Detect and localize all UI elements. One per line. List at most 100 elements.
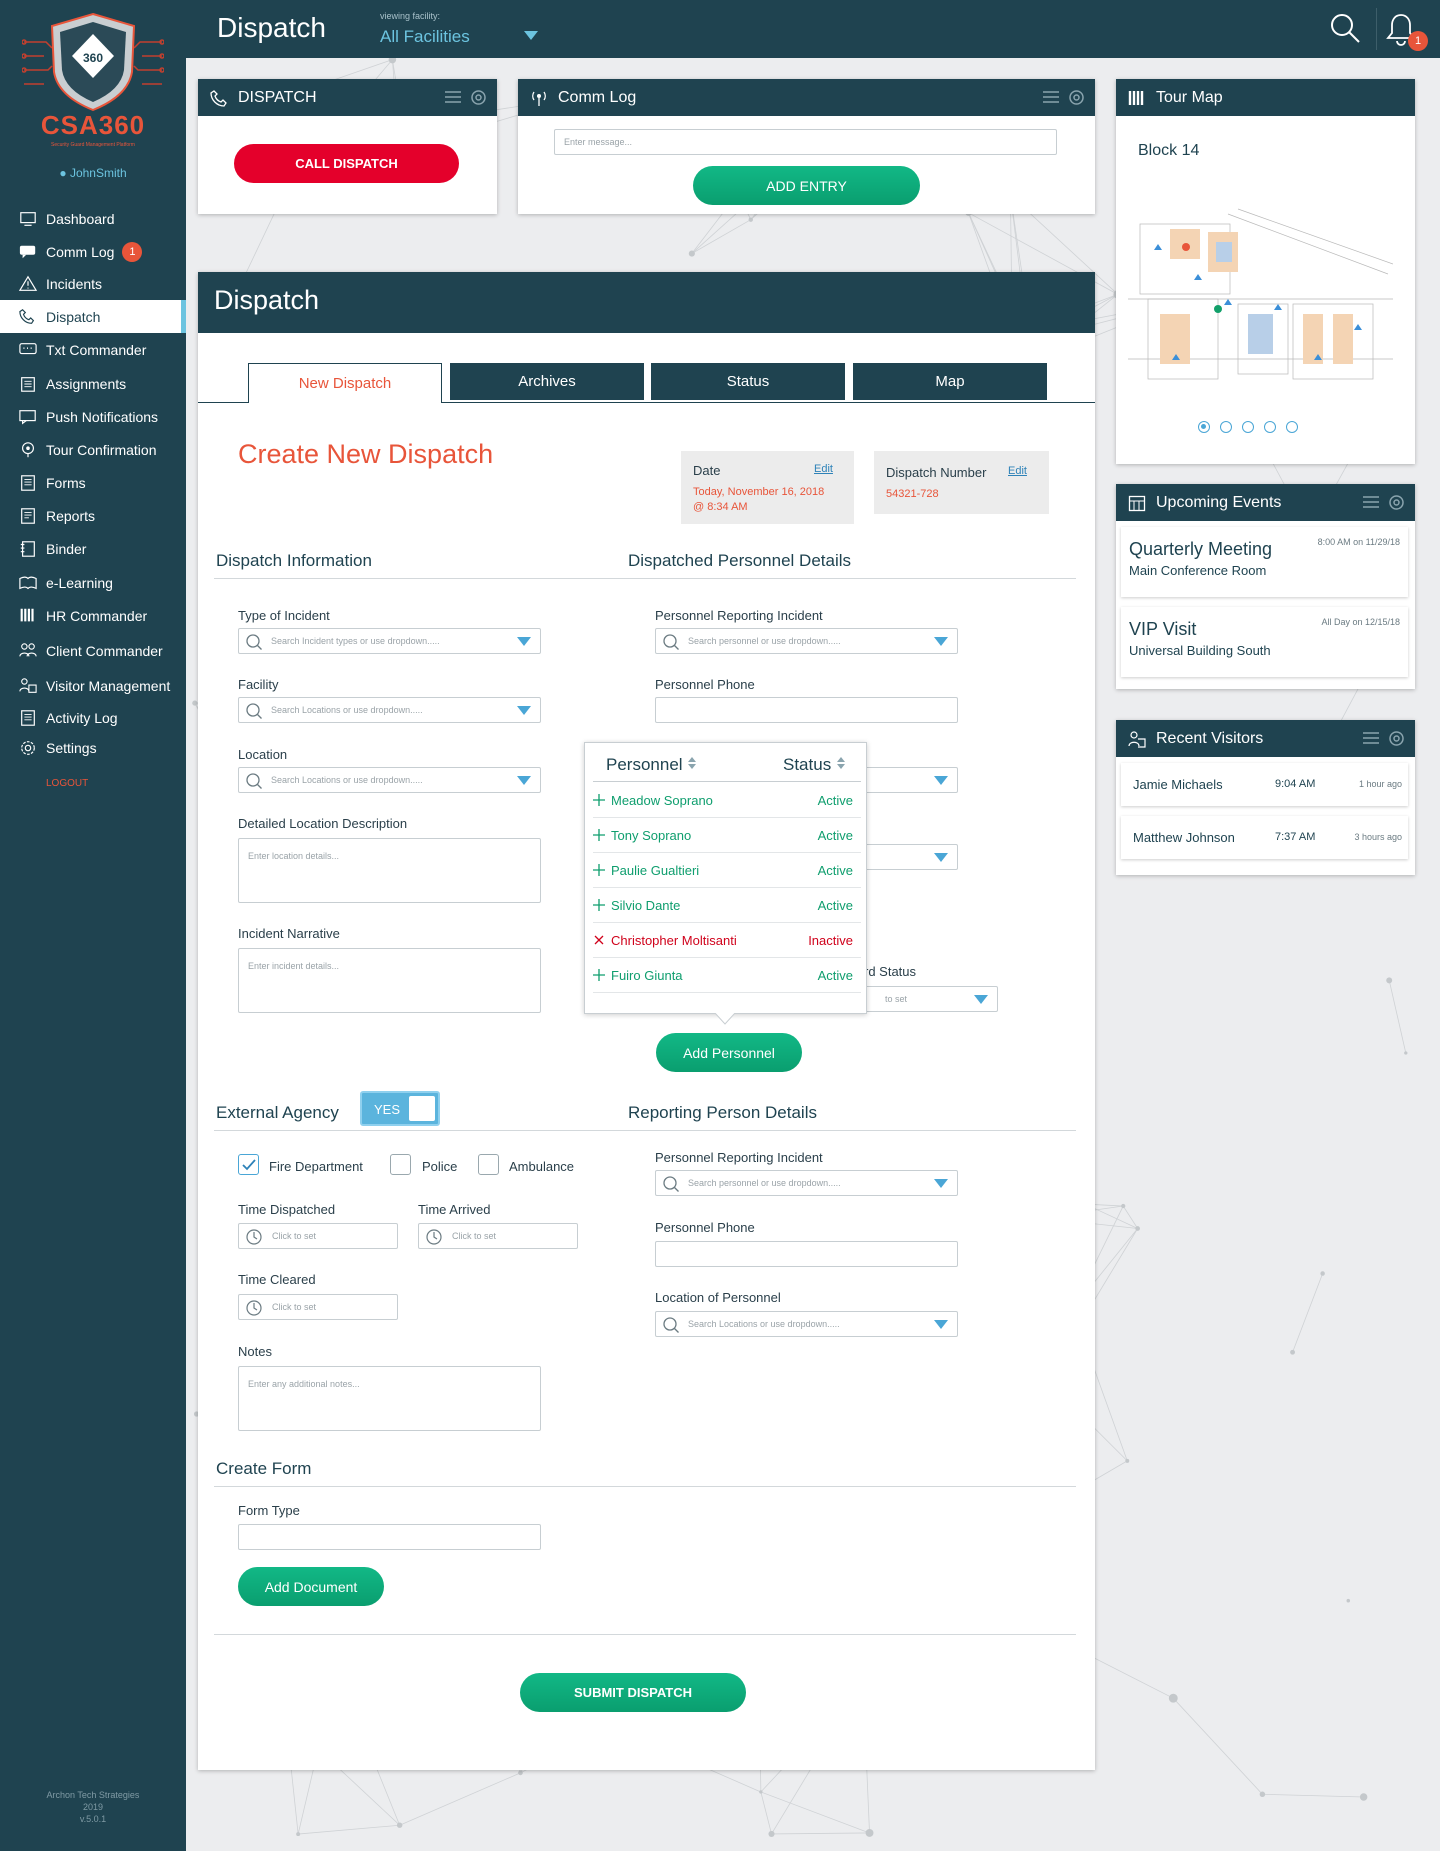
pagination-dot[interactable] (1220, 421, 1232, 433)
visitor-item[interactable]: Matthew Johnson 7:37 AM 3 hours ago (1121, 816, 1408, 859)
add-personnel-button[interactable]: Add Personnel (656, 1033, 802, 1072)
menu-icon[interactable] (1363, 732, 1379, 744)
remove-icon[interactable] (593, 934, 605, 946)
gear-icon (21, 741, 35, 755)
search-icon (663, 1176, 679, 1192)
facility-selector[interactable]: All Facilities (380, 27, 470, 47)
personnel-phone-input[interactable] (655, 697, 958, 723)
sidebar-item-binder[interactable]: Binder (0, 532, 186, 566)
upcoming-events-title: Upcoming Events (1156, 493, 1282, 511)
footer: Archon Tech Strategies 2019 v.5.0.1 (0, 1789, 186, 1825)
gear-icon[interactable] (1388, 730, 1405, 747)
pagination-dot[interactable] (1264, 421, 1276, 433)
personnel-reporting-select[interactable]: Search personnel or use dropdown..... (655, 628, 958, 654)
form-type-input[interactable] (238, 1524, 541, 1550)
sidebar-item-reports[interactable]: Reports (0, 499, 186, 532)
reporting-personnel-select[interactable]: Search personnel or use dropdown..... (655, 1170, 958, 1196)
gear-icon[interactable] (1388, 494, 1405, 511)
ambulance-checkbox[interactable] (478, 1154, 499, 1175)
pagination-dot[interactable] (1242, 421, 1254, 433)
sidebar-item-incidents[interactable]: Incidents (0, 268, 186, 300)
pagination-dot[interactable] (1286, 421, 1298, 433)
gear-icon[interactable] (1068, 89, 1085, 106)
sidebar-item-settings[interactable]: Settings (0, 733, 186, 763)
add-icon[interactable] (593, 794, 605, 806)
personnel-status: Active (817, 897, 853, 913)
event-time: 8:00 AM on 11/29/18 (1317, 537, 1400, 547)
submit-dispatch-button[interactable]: SUBMIT DISPATCH (520, 1673, 746, 1712)
personnel-row[interactable]: Meadow Soprano Active (593, 783, 861, 818)
time-cleared-input[interactable]: Click to set (238, 1294, 398, 1320)
sidebar-item-comm-log[interactable]: Comm Log 1 (0, 235, 186, 268)
police-checkbox[interactable] (390, 1154, 411, 1175)
current-user[interactable]: ● JohnSmith (0, 166, 186, 180)
popup-col-status[interactable]: Status (783, 755, 846, 775)
sidebar-item-txt-commander[interactable]: Txt Commander (0, 333, 186, 367)
add-icon[interactable] (593, 969, 605, 981)
personnel-row[interactable]: Paulie Gualtieri Active (593, 853, 861, 888)
time-dispatched-input[interactable]: Click to set (238, 1223, 398, 1249)
visitor-item[interactable]: Jamie Michaels 9:04 AM 1 hour ago (1121, 763, 1408, 806)
menu-icon[interactable] (445, 91, 461, 103)
tab-new-dispatch[interactable]: New Dispatch (248, 363, 442, 403)
personnel-row[interactable]: Christopher Moltisanti Inactive (593, 923, 861, 958)
tab-status[interactable]: Status (651, 363, 845, 400)
location-of-personnel-select[interactable]: Search Locations or use dropdown..... (655, 1311, 958, 1337)
sidebar-item-tour-confirmation[interactable]: Tour Confirmation (0, 433, 186, 466)
status-label-partial: rd Status (864, 964, 917, 979)
personnel-row[interactable]: Tony Soprano Active (593, 818, 861, 853)
incident-narrative-textarea[interactable]: Enter incident details... (238, 948, 541, 1013)
dispatch-number-edit-link[interactable]: Edit (1008, 465, 1027, 477)
add-icon[interactable] (593, 899, 605, 911)
notes-textarea[interactable]: Enter any additional notes... (238, 1366, 541, 1431)
personnel-row[interactable]: Fuiro Giunta Active (593, 958, 861, 993)
sidebar-item-e-learning[interactable]: e-Learning (0, 566, 186, 599)
menu-icon[interactable] (1043, 91, 1059, 103)
search-icon[interactable] (1329, 12, 1361, 44)
comm-log-message-input[interactable]: Enter message... (554, 129, 1057, 155)
menu-icon[interactable] (1363, 496, 1379, 508)
personnel-status: Active (817, 827, 853, 843)
sidebar-item-client-commander[interactable]: Client Commander (0, 633, 186, 669)
add-entry-button[interactable]: ADD ENTRY (693, 166, 920, 205)
sidebar-item-forms[interactable]: Forms (0, 466, 186, 499)
chevron-down-icon[interactable] (524, 31, 538, 40)
logout-link[interactable]: LOGOUT (46, 778, 88, 789)
sidebar-item-visitor-management[interactable]: Visitor Management (0, 669, 186, 703)
sidebar-item-activity-log[interactable]: Activity Log (0, 703, 186, 733)
event-item[interactable]: Quarterly Meeting Main Conference Room 8… (1121, 527, 1408, 597)
add-icon[interactable] (593, 829, 605, 841)
external-agency-toggle[interactable]: YES (360, 1091, 440, 1126)
sidebar-item-push-notifications[interactable]: Push Notifications (0, 400, 186, 433)
time-arrived-input[interactable]: Click to set (418, 1223, 578, 1249)
chevron-down-icon (517, 776, 531, 785)
warning-icon (18, 275, 38, 291)
popup-col-personnel[interactable]: Personnel (606, 755, 697, 775)
sidebar-item-label: Dashboard (46, 210, 115, 227)
reporting-phone-input[interactable] (655, 1241, 958, 1267)
fire-department-checkbox[interactable] (238, 1154, 259, 1175)
facility-select[interactable]: Search Locations or use dropdown..... (238, 697, 541, 723)
tab-archives[interactable]: Archives (450, 363, 644, 400)
event-item[interactable]: VIP Visit Universal Building South All D… (1121, 607, 1408, 677)
sidebar-item-label: Incidents (46, 276, 103, 292)
call-dispatch-button[interactable]: CALL DISPATCH (234, 144, 459, 183)
pagination-dot[interactable] (1198, 421, 1210, 433)
sidebar-item-dashboard[interactable]: Dashboard (0, 202, 186, 235)
sidebar-item-assignments[interactable]: Assignments (0, 367, 186, 400)
add-document-button[interactable]: Add Document (238, 1567, 384, 1606)
add-icon[interactable] (593, 864, 605, 876)
sidebar-item-dispatch[interactable]: Dispatch (0, 300, 186, 333)
detailed-location-textarea[interactable]: Enter location details... (238, 838, 541, 903)
location-select[interactable]: Search Locations or use dropdown..... (238, 767, 541, 793)
date-edit-link[interactable]: Edit (814, 463, 833, 475)
type-of-incident-select[interactable]: Search Incident types or use dropdown...… (238, 628, 541, 654)
time-arrived-label: Time Arrived (418, 1202, 491, 1217)
dispatch-information-heading: Dispatch Information (216, 551, 372, 570)
tab-map[interactable]: Map (853, 363, 1047, 400)
floor-plan-map[interactable] (1128, 204, 1393, 389)
external-agency-heading: External Agency (216, 1103, 339, 1122)
personnel-row[interactable]: Silvio Dante Active (593, 888, 861, 923)
sidebar-item-hr-commander[interactable]: HR Commander (0, 599, 186, 633)
gear-icon[interactable] (470, 89, 487, 106)
